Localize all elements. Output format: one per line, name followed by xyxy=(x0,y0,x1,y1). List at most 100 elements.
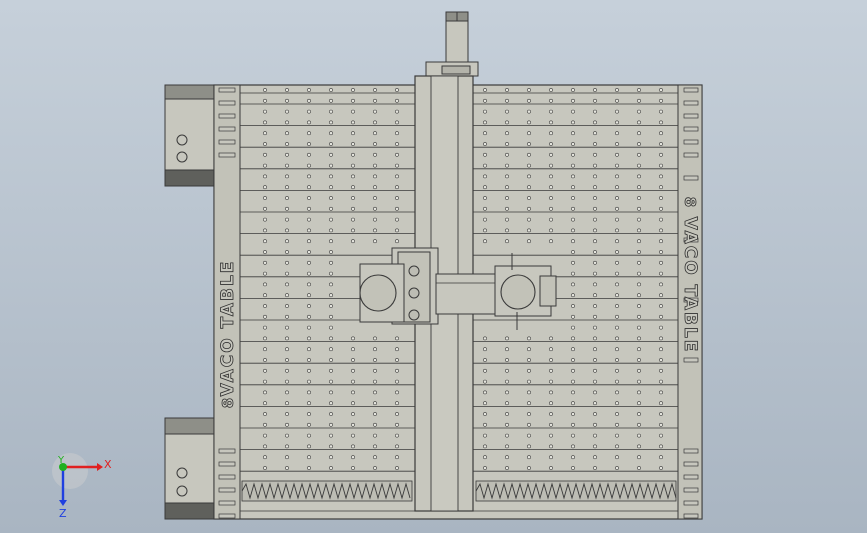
table-hole xyxy=(571,433,575,438)
table-hole xyxy=(373,455,377,460)
table-hole xyxy=(307,401,311,406)
table-hole xyxy=(659,206,663,211)
table-hole xyxy=(307,120,311,125)
table-hole xyxy=(527,412,531,416)
rail-bolt xyxy=(683,139,699,145)
table-hole xyxy=(329,347,333,352)
table-hole xyxy=(615,142,619,146)
table-hole xyxy=(263,271,267,276)
table-hole xyxy=(329,260,333,265)
table-hole xyxy=(637,466,641,470)
table-hole xyxy=(549,217,553,222)
table-hole xyxy=(329,422,333,427)
table-hole xyxy=(571,358,575,362)
table-hole xyxy=(483,336,487,341)
table-hole xyxy=(593,206,597,211)
table-hole xyxy=(307,455,311,460)
table-hole xyxy=(593,239,597,244)
table-hole xyxy=(329,282,333,287)
coordinate-triad[interactable]: X Y Z xyxy=(52,453,112,520)
rail-bolt xyxy=(683,487,699,493)
table-hole xyxy=(637,412,641,416)
table-hole xyxy=(483,109,487,114)
table-hole xyxy=(637,217,641,222)
table-hole xyxy=(527,347,531,352)
table-hole xyxy=(505,347,509,352)
table-hole xyxy=(615,206,619,211)
rail-bolt xyxy=(218,152,236,158)
table-hole xyxy=(329,163,333,168)
table-hole xyxy=(329,444,333,449)
table-hole xyxy=(615,433,619,438)
table-hole xyxy=(285,379,289,384)
table-hole xyxy=(373,206,377,211)
table-hole xyxy=(351,433,355,438)
table-hole xyxy=(285,401,289,406)
table-hole xyxy=(307,98,311,103)
table-hole xyxy=(593,260,597,265)
table-hole xyxy=(549,131,553,136)
table-hole xyxy=(637,196,641,200)
table-hole xyxy=(395,174,399,179)
table-hole xyxy=(637,98,641,103)
table-hole xyxy=(615,282,619,287)
table-hole xyxy=(527,336,531,341)
rail-bolt xyxy=(218,87,236,93)
table-hole xyxy=(593,304,597,308)
rail-bolt xyxy=(218,487,236,493)
table-hole xyxy=(263,368,267,373)
table-hole xyxy=(263,131,267,136)
table-hole xyxy=(395,368,399,373)
table-hole xyxy=(549,390,553,395)
table-hole xyxy=(549,239,553,244)
table-hole xyxy=(285,185,289,190)
table-hole xyxy=(615,455,619,460)
table-hole xyxy=(285,347,289,352)
table-hole xyxy=(659,433,663,438)
table-hole xyxy=(351,131,355,136)
table-hole xyxy=(571,444,575,449)
table-hole xyxy=(285,466,289,470)
table-hole xyxy=(307,444,311,449)
table-hole xyxy=(527,131,531,136)
table-hole xyxy=(571,185,575,190)
table-hole xyxy=(395,444,399,449)
table-hole xyxy=(395,142,399,146)
table-hole xyxy=(285,109,289,114)
table-hole xyxy=(285,390,289,395)
table-hole xyxy=(571,163,575,168)
table-hole xyxy=(483,379,487,384)
left-bottom-clamp-block xyxy=(164,417,218,520)
rail-bolt xyxy=(218,513,236,519)
rail-bolt xyxy=(683,500,699,506)
table-hole xyxy=(527,368,531,373)
x-axis-label: X xyxy=(104,458,112,471)
cad-viewport[interactable]: VACO TABLE 8 VACO TABLE 8 X Y Z xyxy=(0,0,867,533)
table-hole xyxy=(527,120,531,125)
table-hole xyxy=(527,152,531,157)
table-hole xyxy=(285,217,289,222)
table-hole xyxy=(329,271,333,276)
table-hole xyxy=(307,336,311,341)
table-hole xyxy=(505,336,509,341)
table-hole xyxy=(395,358,399,362)
table-hole xyxy=(637,358,641,362)
table-hole xyxy=(263,196,267,200)
table-hole xyxy=(373,185,377,190)
table-hole xyxy=(593,152,597,157)
table-hole xyxy=(505,88,509,92)
table-hole xyxy=(637,206,641,211)
table-hole xyxy=(659,422,663,427)
table-hole xyxy=(351,142,355,146)
table-hole xyxy=(483,152,487,157)
table-hole xyxy=(659,142,663,146)
table-hole xyxy=(483,228,487,233)
table-hole xyxy=(659,282,663,287)
table-hole xyxy=(505,401,509,406)
table-hole xyxy=(395,163,399,168)
table-hole xyxy=(263,390,267,395)
rail-bolt xyxy=(218,100,236,106)
table-hole xyxy=(483,358,487,362)
table-hole xyxy=(571,271,575,276)
rail-bolt xyxy=(683,87,699,93)
